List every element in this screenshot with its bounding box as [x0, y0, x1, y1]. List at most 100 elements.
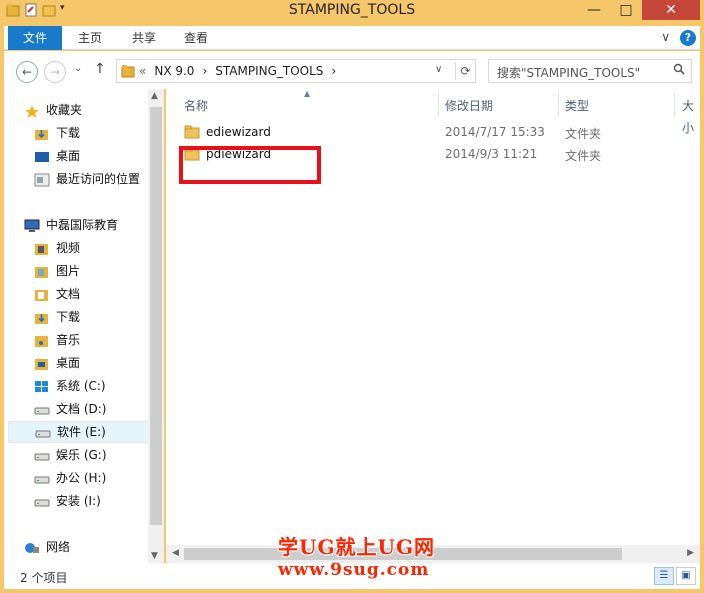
- column-header-name[interactable]: 名称: [184, 95, 208, 117]
- breadcrumb-separator[interactable]: ›: [202, 64, 207, 78]
- nav-pictures-label: 图片: [56, 264, 81, 278]
- column-header-type[interactable]: 类型: [565, 95, 589, 117]
- nav-downloads-2-label: 下载: [56, 310, 81, 324]
- star-icon: [24, 103, 40, 118]
- search-icon[interactable]: [673, 63, 685, 79]
- nav-drive-d-label: 文档 (D:): [56, 402, 107, 416]
- sort-ascending-icon: ▲: [304, 89, 311, 98]
- address-dropdown-icon[interactable]: ∨: [435, 64, 442, 75]
- title-bar: ▾ STAMPING_TOOLS — □ ✕: [0, 0, 704, 24]
- close-button[interactable]: ✕: [642, 0, 700, 20]
- scroll-down-icon[interactable]: ▼: [151, 551, 158, 561]
- drive-icon: [34, 402, 50, 416]
- tab-home[interactable]: 主页: [68, 26, 112, 50]
- nav-drive-c-label: 系统 (C:): [56, 379, 106, 393]
- item-count: 2 个项目: [20, 571, 68, 585]
- details-view-button[interactable]: ☰: [654, 567, 674, 585]
- navigation-pane: 收藏夹 下载 桌面 最近访问的位置 中磊国际教育 视频 图片 文档 下载 音乐 …: [4, 89, 164, 563]
- folder-icon: [121, 64, 135, 81]
- drive-icon: [34, 494, 50, 508]
- watermark-slogan: 学UG就上UG网: [278, 535, 436, 559]
- file-row[interactable]: ediewizard 2014/7/17 15:33 文件夹: [180, 122, 700, 144]
- ribbon-tabs: 文件 主页 共享 查看 ∨ ?: [4, 26, 700, 50]
- explorer-window: ▾ STAMPING_TOOLS — □ ✕ 文件 主页 共享 查看 ∨ ? ←…: [0, 0, 704, 593]
- scroll-left-icon[interactable]: ◀: [172, 548, 179, 558]
- windows-drive-icon: [34, 379, 50, 393]
- desktop-folder-icon: [34, 356, 50, 370]
- nav-documents-label: 文档: [56, 287, 81, 301]
- breadcrumb: « NX 9.0 › STAMPING_TOOLS ›: [139, 64, 336, 78]
- maximize-button[interactable]: □: [612, 0, 640, 20]
- nav-recent-label: 最近访问的位置: [56, 172, 141, 186]
- nav-computer[interactable]: 中磊国际教育: [24, 214, 168, 236]
- desktop-icon: [34, 149, 50, 163]
- tab-file[interactable]: 文件: [8, 26, 62, 50]
- drive-icon: [35, 425, 51, 439]
- help-icon[interactable]: ?: [680, 30, 696, 46]
- nav-music-label: 音乐: [56, 333, 81, 347]
- column-divider[interactable]: [558, 93, 559, 117]
- back-arrow-icon: ←: [21, 65, 33, 79]
- recent-locations-icon[interactable]: ⌄: [74, 63, 82, 74]
- minimize-button[interactable]: —: [580, 0, 608, 20]
- up-button[interactable]: ↑: [94, 61, 106, 77]
- file-type: 文件夹: [565, 127, 602, 141]
- folder-icon: [184, 125, 200, 142]
- file-date: 2014/7/17 15:33: [445, 125, 545, 139]
- nav-desktop-label: 桌面: [56, 149, 81, 163]
- nav-network-label: 网络: [46, 540, 71, 554]
- recent-places-icon: [34, 172, 50, 187]
- nav-scrollbar[interactable]: ▲ ▼: [148, 89, 164, 563]
- search-box[interactable]: 搜索"STAMPING_TOOLS": [488, 59, 692, 83]
- downloads-icon: [34, 126, 50, 140]
- file-list-pane: ▲ 名称 修改日期 类型 大小 ediewizard 2014/7/17 15:…: [166, 89, 700, 563]
- nav-favorites-label: 收藏夹: [46, 103, 83, 117]
- details-view-icon: ☰: [659, 570, 669, 581]
- column-header-size[interactable]: 大小: [682, 95, 700, 135]
- music-folder-icon: [34, 333, 50, 347]
- nav-downloads-label: 下载: [56, 126, 81, 140]
- address-area: ← → ⌄ ↑ « NX 9.0 › STAMPING_TOOLS › ∨ ⟳ …: [4, 51, 700, 89]
- large-icons-view-button[interactable]: ▣: [676, 567, 696, 585]
- tab-share[interactable]: 共享: [122, 26, 166, 50]
- nav-desktop-2-label: 桌面: [56, 356, 81, 370]
- drive-icon: [34, 471, 50, 485]
- file-date: 2014/9/3 11:21: [445, 147, 538, 161]
- nav-drive-e-label: 软件 (E:): [57, 425, 106, 439]
- column-header-date[interactable]: 修改日期: [445, 95, 493, 117]
- file-type: 文件夹: [565, 149, 602, 163]
- nav-scroll-thumb[interactable]: [150, 107, 162, 525]
- search-input[interactable]: 搜索"STAMPING_TOOLS": [497, 64, 640, 81]
- nav-computer-label: 中磊国际教育: [46, 218, 119, 232]
- breadcrumb-nx[interactable]: NX 9.0: [154, 64, 194, 78]
- forward-arrow-icon: →: [49, 65, 61, 79]
- computer-icon: [24, 218, 40, 232]
- documents-folder-icon: [34, 287, 50, 301]
- nav-drive-h-label: 办公 (H:): [56, 471, 107, 485]
- back-button[interactable]: ←: [16, 61, 38, 83]
- watermark-url: www.9sug.com: [278, 560, 430, 580]
- highlight-annotation-box: [179, 146, 321, 184]
- nav-drive-e[interactable]: 软件 (E:): [8, 421, 152, 443]
- large-icons-view-icon: ▣: [681, 570, 691, 581]
- expand-ribbon-icon[interactable]: ∨: [661, 30, 670, 46]
- column-divider[interactable]: [674, 93, 675, 117]
- nav-network[interactable]: 网络: [24, 536, 168, 558]
- ribbon-controls: ∨ ?: [661, 30, 696, 46]
- file-name: ediewizard: [206, 125, 271, 139]
- tab-view[interactable]: 查看: [174, 26, 218, 50]
- pictures-folder-icon: [34, 264, 50, 278]
- refresh-icon[interactable]: ⟳: [455, 62, 475, 80]
- column-divider[interactable]: [438, 93, 439, 117]
- breadcrumb-overflow[interactable]: «: [139, 64, 146, 78]
- nav-favorites[interactable]: 收藏夹: [24, 99, 168, 121]
- scroll-right-icon[interactable]: ▶: [687, 548, 694, 558]
- scroll-up-icon[interactable]: ▲: [151, 91, 158, 101]
- breadcrumb-separator[interactable]: ›: [331, 64, 336, 78]
- network-icon: [24, 540, 40, 554]
- breadcrumb-stamping[interactable]: STAMPING_TOOLS: [215, 64, 323, 78]
- videos-folder-icon: [34, 241, 50, 255]
- address-bar[interactable]: « NX 9.0 › STAMPING_TOOLS › ∨ ⟳: [116, 59, 476, 83]
- forward-button[interactable]: →: [44, 61, 66, 83]
- nav-drive-g-label: 娱乐 (G:): [56, 448, 107, 462]
